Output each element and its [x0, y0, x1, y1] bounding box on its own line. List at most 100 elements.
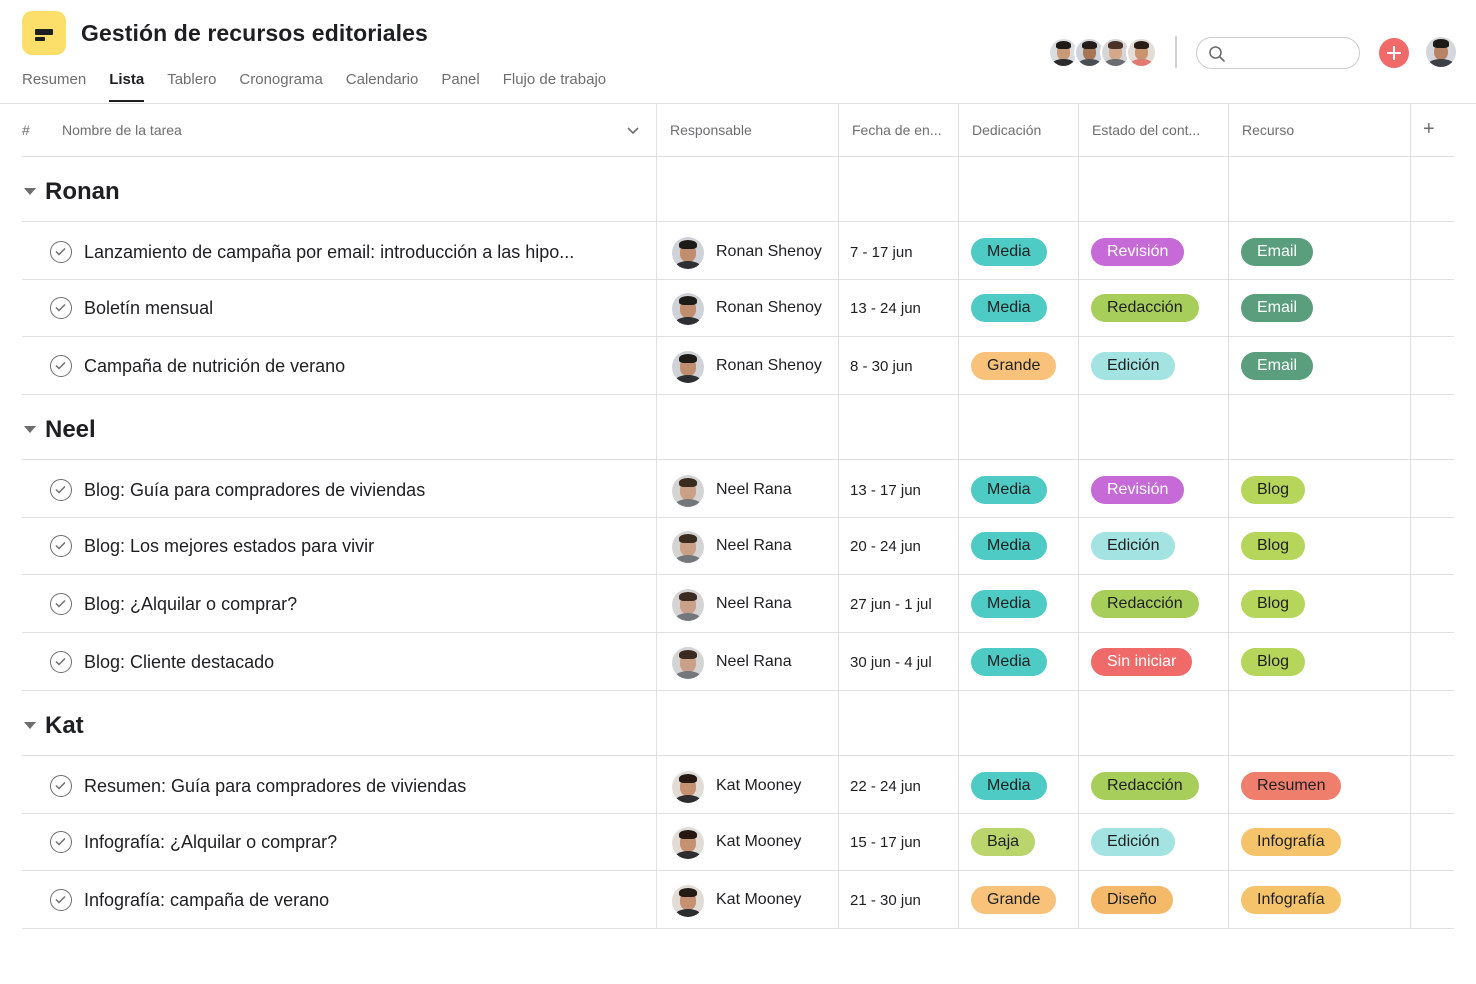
table-row[interactable]: Infografía: ¿Alquilar o comprar? Kat Moon… [22, 813, 1454, 871]
table-row[interactable]: Blog: Los mejores estados para vivir Neel… [22, 517, 1454, 575]
chevron-down-icon[interactable] [626, 125, 640, 137]
effort-tag[interactable]: Media [971, 532, 1047, 560]
tab-tablero[interactable]: Tablero [167, 70, 216, 102]
complete-task-checkbox[interactable] [50, 479, 72, 501]
tab-calendario[interactable]: Calendario [346, 70, 419, 102]
task-name[interactable]: Blog: Guía para compradores de viviendas [84, 461, 425, 519]
status-tag[interactable]: Redacción [1091, 772, 1199, 800]
resource-tag[interactable]: Email [1241, 352, 1314, 380]
effort-tag[interactable]: Media [971, 294, 1047, 322]
complete-task-checkbox[interactable] [50, 535, 72, 557]
tab-resumen[interactable]: Resumen [22, 70, 86, 102]
resource-tag[interactable]: Email [1241, 238, 1314, 266]
add-column-button[interactable]: + [1423, 104, 1443, 157]
assignee-name[interactable]: Neel Rana [716, 575, 792, 633]
table-row[interactable]: Blog: Cliente destacado Neel Rana 30 jun -… [22, 633, 1454, 691]
table-row[interactable]: Lanzamiento de campaña por email: introd… [22, 221, 1454, 280]
due-date[interactable]: 21 - 30 jun [850, 871, 921, 929]
status-tag[interactable]: Revisión [1091, 476, 1185, 504]
tab-cronograma[interactable]: Cronograma [239, 70, 322, 102]
status-tag[interactable]: Edición [1091, 828, 1176, 856]
task-name[interactable]: Blog: Los mejores estados para vivir [84, 517, 374, 575]
complete-task-checkbox[interactable] [50, 831, 72, 853]
complete-task-checkbox[interactable] [50, 241, 72, 263]
user-avatar[interactable] [1426, 37, 1456, 67]
task-name[interactable]: Campaña de nutrición de verano [84, 337, 345, 395]
column-effort[interactable]: Dedicación [972, 104, 1082, 157]
section-header[interactable]: Kat [22, 692, 1454, 756]
due-date[interactable]: 13 - 17 jun [850, 461, 921, 519]
tab-panel[interactable]: Panel [441, 70, 479, 102]
due-date[interactable]: 22 - 24 jun [850, 757, 921, 815]
effort-tag[interactable]: Media [971, 772, 1047, 800]
collapse-triangle-icon[interactable] [24, 188, 36, 195]
status-tag[interactable]: Revisión [1091, 238, 1185, 266]
collapse-triangle-icon[interactable] [24, 722, 36, 729]
assignee-name[interactable]: Neel Rana [716, 461, 792, 519]
due-date[interactable]: 13 - 24 jun [850, 279, 921, 337]
column-due-date[interactable]: Fecha de en... [852, 104, 957, 157]
task-name[interactable]: Resumen: Guía para compradores de vivien… [84, 757, 466, 815]
column-resource[interactable]: Recurso [1242, 104, 1392, 157]
task-name[interactable]: Infografía: campaña de verano [84, 871, 329, 929]
resource-tag[interactable]: Resumen [1241, 772, 1342, 800]
due-date[interactable]: 30 jun - 4 jul [850, 633, 932, 691]
table-row[interactable]: Infografía: campaña de verano Kat Mooney 2… [22, 871, 1454, 929]
search-input[interactable] [1196, 37, 1360, 69]
resource-tag[interactable]: Infografía [1241, 886, 1341, 914]
task-name[interactable]: Lanzamiento de campaña por email: introd… [84, 223, 574, 281]
table-row[interactable]: Resumen: Guía para compradores de vivien… [22, 755, 1454, 814]
project-members[interactable] [1048, 37, 1157, 69]
resource-tag[interactable]: Blog [1241, 648, 1306, 676]
assignee-name[interactable]: Kat Mooney [716, 813, 801, 871]
column-task-name[interactable]: Nombre de la tarea [62, 104, 282, 157]
effort-tag[interactable]: Media [971, 648, 1047, 676]
section-header[interactable]: Neel [22, 396, 1454, 460]
status-tag[interactable]: Diseño [1091, 886, 1173, 914]
status-tag[interactable]: Redacción [1091, 590, 1199, 618]
effort-tag[interactable]: Grande [971, 352, 1057, 380]
task-name[interactable]: Boletín mensual [84, 279, 213, 337]
complete-task-checkbox[interactable] [50, 889, 72, 911]
due-date[interactable]: 20 - 24 jun [850, 517, 921, 575]
task-name[interactable]: Blog: Cliente destacado [84, 633, 274, 691]
resource-tag[interactable]: Blog [1241, 532, 1306, 560]
complete-task-checkbox[interactable] [50, 775, 72, 797]
effort-tag[interactable]: Baja [971, 828, 1036, 856]
due-date[interactable]: 27 jun - 1 jul [850, 575, 932, 633]
section-header[interactable]: Ronan [22, 158, 1454, 222]
complete-task-checkbox[interactable] [50, 297, 72, 319]
add-button[interactable] [1379, 38, 1409, 68]
tab-lista[interactable]: Lista [109, 70, 145, 102]
due-date[interactable]: 8 - 30 jun [850, 337, 913, 395]
assignee-name[interactable]: Kat Mooney [716, 757, 801, 815]
column-assignee[interactable]: Responsable [670, 104, 840, 157]
table-row[interactable]: Campaña de nutrición de verano Ronan Shen… [22, 337, 1454, 395]
tab-flujo-de-trabajo[interactable]: Flujo de trabajo [503, 70, 606, 102]
assignee-name[interactable]: Neel Rana [716, 633, 792, 691]
assignee-name[interactable]: Neel Rana [716, 517, 792, 575]
status-tag[interactable]: Sin iniciar [1091, 648, 1193, 676]
effort-tag[interactable]: Media [971, 590, 1047, 618]
resource-tag[interactable]: Email [1241, 294, 1314, 322]
table-row[interactable]: Blog: Guía para compradores de viviendas… [22, 459, 1454, 518]
task-name[interactable]: Infografía: ¿Alquilar o comprar? [84, 813, 337, 871]
status-tag[interactable]: Redacción [1091, 294, 1199, 322]
complete-task-checkbox[interactable] [50, 355, 72, 377]
assignee-name[interactable]: Ronan Shenoy [716, 279, 822, 337]
complete-task-checkbox[interactable] [50, 651, 72, 673]
status-tag[interactable]: Edición [1091, 352, 1176, 380]
assignee-name[interactable]: Kat Mooney [716, 871, 801, 929]
status-tag[interactable]: Edición [1091, 532, 1176, 560]
effort-tag[interactable]: Media [971, 476, 1047, 504]
assignee-name[interactable]: Ronan Shenoy [716, 223, 822, 281]
collapse-triangle-icon[interactable] [24, 426, 36, 433]
effort-tag[interactable]: Grande [971, 886, 1057, 914]
table-row[interactable]: Boletín mensual Ronan Shenoy 13 - 24 jun Me… [22, 279, 1454, 337]
complete-task-checkbox[interactable] [50, 593, 72, 615]
resource-tag[interactable]: Blog [1241, 590, 1306, 618]
resource-tag[interactable]: Infografía [1241, 828, 1341, 856]
effort-tag[interactable]: Media [971, 238, 1047, 266]
resource-tag[interactable]: Blog [1241, 476, 1306, 504]
task-name[interactable]: Blog: ¿Alquilar o comprar? [84, 575, 297, 633]
